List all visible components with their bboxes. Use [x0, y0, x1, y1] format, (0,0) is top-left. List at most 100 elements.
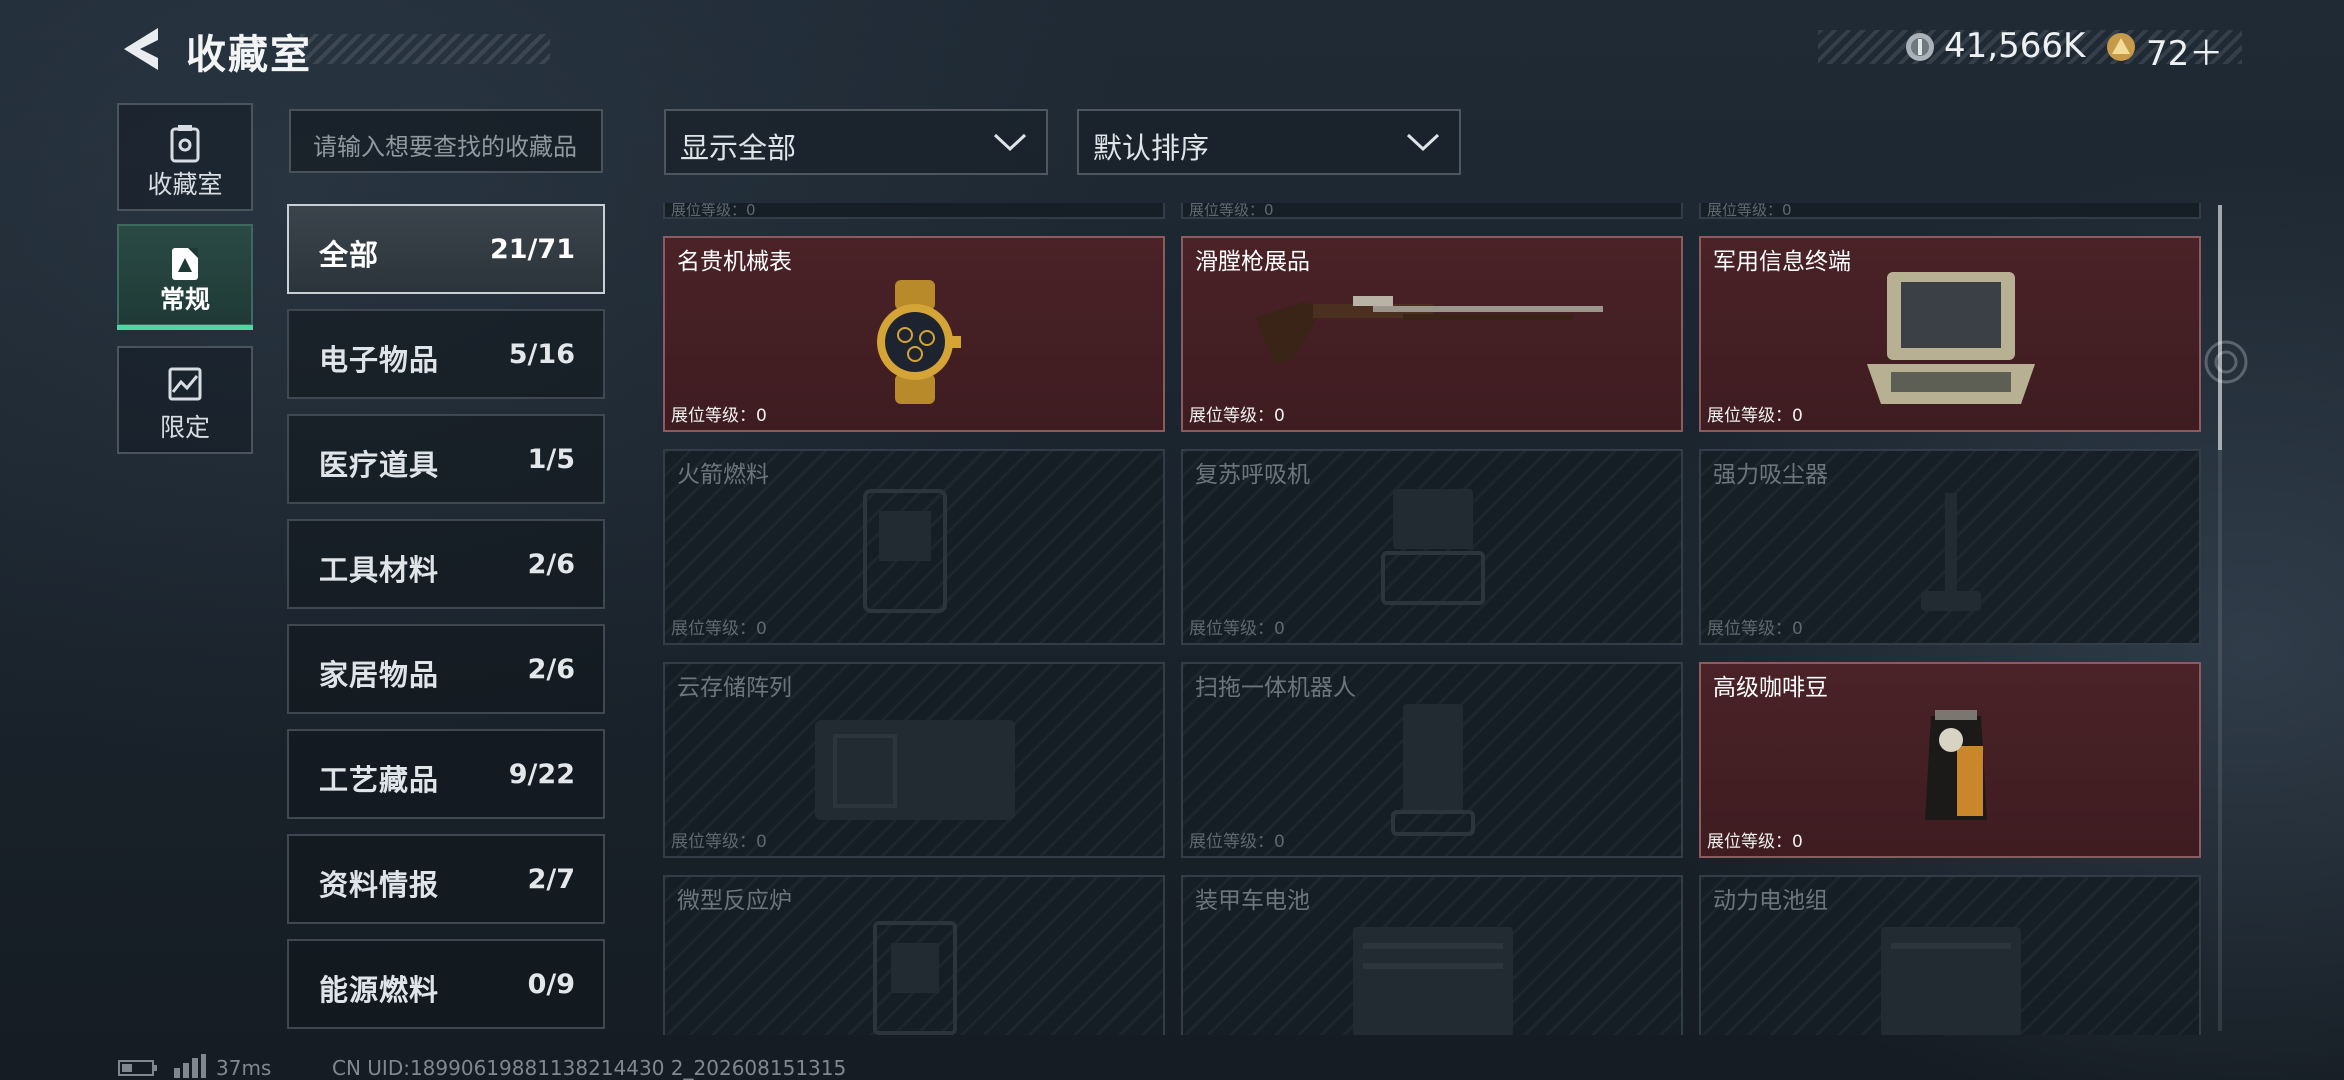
item-card[interactable]: 名贵机械表 展位等级：0: [663, 236, 1165, 432]
vacuum-cleaner-icon: [1921, 493, 1981, 611]
category-name: 全部: [319, 238, 380, 272]
uid-text: CN UID:18990619881138214430 2_2026081513…: [332, 1056, 847, 1080]
item-name: 强力吸尘器: [1713, 462, 1828, 488]
active-indicator: [117, 325, 253, 330]
category-name: 家居物品: [319, 658, 440, 692]
partial-card: 展位等级：0: [1181, 203, 1683, 219]
category-energy[interactable]: 能源燃料 0/9: [287, 939, 605, 1029]
collection-room-icon: [170, 125, 200, 163]
rail-label: 限定: [159, 413, 210, 442]
category-name: 电子物品: [319, 343, 440, 377]
category-crafts[interactable]: 工艺藏品 9/22: [287, 729, 605, 819]
musket-icon: [1255, 296, 1603, 364]
triangle-token-icon: [2107, 33, 2135, 61]
item-name: 滑膛枪展品: [1195, 249, 1310, 275]
category-name: 能源燃料: [319, 973, 440, 1007]
display-level: 展位等级：0: [1189, 619, 1285, 639]
item-name: 名贵机械表: [677, 249, 792, 275]
category-household[interactable]: 家居物品 2/6: [287, 624, 605, 714]
category-count: 0/9: [527, 969, 575, 1000]
item-name: 复苏呼吸机: [1195, 462, 1310, 488]
item-name: 军用信息终端: [1713, 249, 1851, 275]
rail-label: 收藏室: [147, 170, 223, 199]
item-card[interactable]: 滑膛枪展品 展位等级：0: [1181, 236, 1683, 432]
category-count: 2/6: [527, 654, 575, 685]
micro-reactor-icon: [873, 921, 957, 1035]
standard-icon: [172, 248, 198, 280]
item-card[interactable]: 微型反应炉: [663, 875, 1165, 1035]
rail-label: 常规: [159, 285, 210, 314]
sort-dropdown[interactable]: 默认排序: [1077, 109, 1461, 175]
item-card[interactable]: 火箭燃料 展位等级：0: [663, 449, 1165, 645]
currency-primary: 41,566K: [1944, 26, 2086, 66]
category-name: 资料情报: [319, 868, 440, 902]
item-name: 高级咖啡豆: [1713, 675, 1828, 701]
rail-limited[interactable]: 限定: [117, 346, 253, 454]
back-arrow-icon[interactable]: [118, 26, 160, 72]
item-card[interactable]: 复苏呼吸机 展位等级：0: [1181, 449, 1683, 645]
item-card[interactable]: 装甲车电池: [1181, 875, 1683, 1035]
search-input[interactable]: 请输入想要查找的收藏品: [289, 109, 603, 173]
category-all[interactable]: 全部 21/71: [287, 204, 605, 294]
currency-secondary[interactable]: 72＋: [2146, 26, 2223, 75]
category-count: 5/16: [508, 339, 575, 370]
display-level: 展位等级：0: [1189, 406, 1285, 426]
coffee-beans-icon: [1925, 710, 1987, 820]
category-medical[interactable]: 医疗道具 1/5: [287, 414, 605, 504]
category-name: 工艺藏品: [319, 763, 440, 797]
coin-icon: [1906, 33, 1934, 61]
display-level: 展位等级：0: [671, 619, 767, 639]
item-card[interactable]: 强力吸尘器 展位等级：0: [1699, 449, 2201, 645]
ping-value: 37ms: [216, 1056, 272, 1080]
display-level: 展位等级：0: [1189, 832, 1285, 852]
partial-card: 展位等级：0: [663, 203, 1165, 219]
display-level: 展位等级：0: [671, 832, 767, 852]
item-card[interactable]: 军用信息终端 展位等级：0: [1699, 236, 2201, 432]
rocket-fuel-icon: [863, 489, 947, 613]
item-card[interactable]: 扫拖一体机器人 展位等级：0: [1181, 662, 1683, 858]
category-count: 21/71: [489, 234, 575, 265]
item-name: 火箭燃料: [677, 462, 769, 488]
page-title: 收藏室: [186, 32, 312, 78]
category-count: 9/22: [508, 759, 575, 790]
category-intel[interactable]: 资料情报 2/7: [287, 834, 605, 924]
chevron-down-icon: [1406, 133, 1440, 152]
category-name: 工具材料: [319, 553, 440, 587]
rail-standard[interactable]: 常规: [117, 224, 253, 326]
display-level: 展位等级：0: [1189, 203, 1274, 219]
signal-icon: [174, 1054, 206, 1078]
display-level: 展位等级：0: [1707, 619, 1803, 639]
military-terminal-icon: [1867, 272, 2035, 404]
display-filter-dropdown[interactable]: 显示全部: [664, 109, 1048, 175]
display-level: 展位等级：0: [1707, 406, 1803, 426]
category-electronics[interactable]: 电子物品 5/16: [287, 309, 605, 399]
robot-vacuum-icon: [1391, 704, 1475, 836]
item-name: 扫拖一体机器人: [1195, 675, 1356, 701]
item-name: 动力电池组: [1713, 888, 1828, 914]
category-count: 1/5: [527, 444, 575, 475]
category-count: 2/6: [527, 549, 575, 580]
dropdown-value: 默认排序: [1093, 131, 1210, 165]
decorative-ring-icon: [2204, 340, 2248, 384]
chevron-down-icon: [993, 133, 1027, 152]
collection-grid[interactable]: 展位等级：0 展位等级：0 展位等级：0 名贵机械表 展位等级：0 滑膛枪展品 …: [663, 203, 2207, 1035]
ventilator-icon: [1381, 489, 1485, 605]
item-name: 装甲车电池: [1195, 888, 1310, 914]
item-name: 云存储阵列: [677, 675, 792, 701]
category-tools[interactable]: 工具材料 2/6: [287, 519, 605, 609]
item-card[interactable]: 云存储阵列 展位等级：0: [663, 662, 1165, 858]
rail-collection-room[interactable]: 收藏室: [117, 103, 253, 211]
category-name: 医疗道具: [319, 448, 440, 482]
display-level: 展位等级：0: [671, 406, 767, 426]
battery-icon: [118, 1060, 157, 1076]
title-decoration: [300, 34, 550, 64]
display-level: 展位等级：0: [1707, 203, 1792, 219]
item-card[interactable]: 高级咖啡豆 展位等级：0: [1699, 662, 2201, 858]
display-level: 展位等级：0: [1707, 832, 1803, 852]
partial-card: 展位等级：0: [1699, 203, 2201, 219]
vehicle-battery-icon: [1353, 927, 1513, 1035]
item-name: 微型反应炉: [677, 888, 792, 914]
luxury-watch-icon: [877, 280, 961, 404]
scrollbar-thumb[interactable]: [2218, 205, 2222, 450]
item-card[interactable]: 动力电池组: [1699, 875, 2201, 1035]
